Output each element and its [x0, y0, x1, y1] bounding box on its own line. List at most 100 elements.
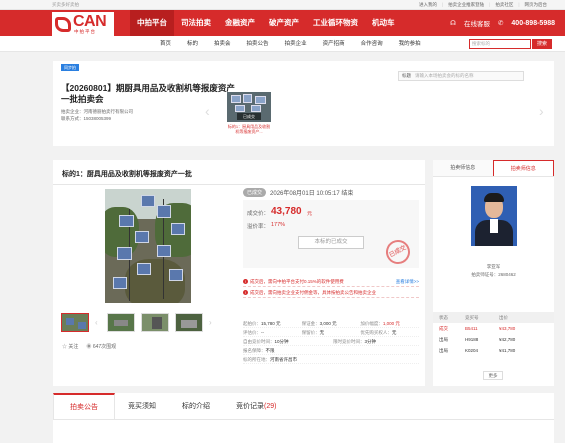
detail-key: 加价幅度： [360, 321, 383, 326]
tab-bid-records[interactable]: 竞价记录(29) [223, 393, 289, 419]
thumbnail-1[interactable] [61, 313, 89, 332]
subnav-consult[interactable]: 合作咨询 [353, 36, 391, 52]
top-slogan: 买卖多好卖拍 [52, 2, 79, 7]
session-lot-caption[interactable]: 标的1：厨具用品及收割机等报废资产... [226, 124, 272, 134]
nav-item-judicial[interactable]: 司法拍卖 [174, 10, 218, 36]
detail-value: 10分钟 [274, 339, 289, 344]
detail-value: 无 [319, 330, 325, 335]
lot-main-image[interactable] [105, 189, 191, 303]
nav-item-platform[interactable]: 中拍平台 [130, 10, 174, 36]
lot-follow-row: ☆ 关注 ◉ 647次围观 [62, 343, 116, 350]
details-row: 报名保障：不限 [243, 346, 419, 355]
phone-icon: ✆ [497, 20, 504, 27]
sidebar-tabs: 拍卖师信息 拍卖师信息 [433, 160, 554, 177]
subnav-home[interactable]: 首页 [152, 36, 179, 52]
detail-key: 起拍价： [243, 321, 261, 326]
subnav-enterprises[interactable]: 拍卖企业 [277, 36, 315, 52]
tab-announcement[interactable]: 拍卖公告 [53, 393, 115, 419]
detail-key: 评估价： [243, 330, 261, 335]
deal-price-label: 成交价： [247, 211, 270, 217]
headset-icon: ☊ [450, 20, 456, 27]
detail-value: 无 [391, 330, 397, 335]
detail-value: 3,000 元 [319, 321, 337, 326]
notice-commission: ! 成交后，需向拍卖企业支付佣金等，具体按拍卖公告和拍卖企业 [243, 287, 419, 298]
logo-mark-icon [55, 17, 71, 32]
warning-icon: ! [243, 290, 248, 295]
nav-item-industrial[interactable]: 工业循环物资 [306, 10, 365, 36]
image-thumbnails: ‹ › [61, 313, 215, 332]
site-search-button[interactable]: 搜索 [532, 39, 552, 49]
notice-more-link[interactable]: 查看详情>> [396, 276, 419, 287]
logo-subtext: 中拍平台 [74, 29, 96, 34]
session-company: 拍卖企业：河南德丽拍卖行有限公司 [61, 109, 133, 114]
top-links: 进入我的 | 拍卖企业推家登陆 | 拍卖社区 | 网页为后台 [419, 2, 547, 8]
thumbnail-4[interactable] [175, 313, 203, 332]
tab-auctioneer-info-2[interactable]: 拍卖师信息 [492, 160, 554, 176]
bid-table-header: 状态 竞买号 出价 [433, 312, 554, 323]
detail-value: 15,780 元 [261, 321, 281, 326]
thumbnail-prev-icon[interactable]: ‹ [95, 313, 101, 332]
detail-key: 优先购买权人： [360, 330, 392, 335]
top-link-enterprise-login[interactable]: 拍卖企业推家登陆 [448, 2, 484, 8]
notice-fee: ! 成交后，需向中拍平台支付0.15%的软件使用费 查看详情>> [243, 276, 419, 287]
tab-content-area [53, 420, 554, 443]
session-card: 同步拍 【20260801】期厨具用品及收割机等报废资产一批拍卖会 拍卖企业：河… [53, 61, 554, 146]
site-logo[interactable]: CAN 中拍平台 [52, 12, 114, 36]
auctioneer-name: 李亚军 [486, 264, 501, 269]
carousel-prev-icon[interactable]: ‹ [205, 103, 210, 119]
follow-button[interactable]: ☆ 关注 [62, 343, 78, 350]
top-link-community[interactable]: 拍卖社区 [495, 2, 513, 8]
subnav-investment[interactable]: 资产招商 [315, 36, 353, 52]
details-row: 自由竞价时间：10分钟 限时竞价时间：3分钟 [243, 337, 419, 346]
details-row: 评估价：-- 保留价：无 优先购买权人：无 [243, 328, 419, 337]
detail-value: -- [261, 330, 264, 335]
subnav-sessions[interactable]: 拍卖会 [206, 36, 239, 52]
top-sep: | [518, 2, 520, 7]
premium-value: 177% [271, 222, 286, 228]
subnav-my-bids[interactable]: 我的参拍 [391, 36, 429, 52]
top-sep: | [441, 2, 444, 7]
session-search-label: 标题 [402, 73, 411, 78]
auctioneer-cert: 拍卖师证号：2680462 [471, 272, 516, 277]
subnav-announcements[interactable]: 拍卖公告 [239, 36, 277, 52]
bid-number: K0204 [465, 348, 479, 353]
top-link-backend[interactable]: 网页为后台 [525, 2, 548, 8]
divider [53, 184, 425, 185]
lot-sold-button[interactable]: 本标的已成交 [298, 236, 364, 249]
bid-col-status: 状态 [439, 315, 448, 320]
bid-row: 出局 K0204 ¥41,780 [433, 345, 554, 356]
session-search-placeholder: 请输入本场拍卖会的标的名称 [415, 73, 474, 78]
carousel-next-icon[interactable]: › [539, 103, 544, 119]
bid-status: 成交 [439, 326, 448, 331]
tab-bidding-notice[interactable]: 竞买须知 [115, 393, 169, 419]
nav-item-vehicle[interactable]: 机动车 [365, 10, 402, 36]
detail-key: 报名保障： [243, 348, 266, 353]
bid-price: ¥42,780 [499, 337, 516, 342]
notice-commission-text: 成交后，需向拍卖企业支付佣金等，具体按拍卖公告和拍卖企业 [250, 290, 376, 295]
views-label: 647次围观 [92, 344, 117, 350]
site-search-input[interactable]: 搜索标的 [469, 39, 531, 49]
nav-item-financial[interactable]: 金融资产 [218, 10, 262, 36]
top-link-my[interactable]: 进入我的 [419, 2, 437, 8]
details-row: 起拍价：15,780 元 保证金：3,000 元 加价幅度：1,000 元 [243, 319, 419, 328]
thumbnail-2[interactable] [107, 313, 135, 332]
bid-more-button[interactable]: 更多 [483, 371, 503, 380]
session-search-box[interactable]: 标题 请输入本场拍卖会的标的名称 [398, 71, 524, 81]
online-service-link[interactable]: 在线客服 [464, 18, 490, 28]
tab-bid-records-label: 竞价记录 [236, 403, 264, 410]
lot-end-time: 2026年08月01日 10:05:17 结束 [270, 191, 354, 197]
tab-auctioneer-info-1[interactable]: 拍卖师信息 [433, 160, 493, 176]
top-sep: | [489, 2, 491, 7]
nav-item-bankruptcy[interactable]: 破产资产 [262, 10, 306, 36]
subnav-lots[interactable]: 标的 [179, 36, 206, 52]
thumbnail-next-icon[interactable]: › [209, 313, 215, 332]
session-lot-thumbnail[interactable]: 已成交 [227, 92, 271, 122]
bid-record-count: (29) [264, 403, 277, 410]
bid-col-number: 竞买号 [465, 315, 479, 320]
main-nav: 中拍平台 司法拍卖 金融资产 破产资产 工业循环物资 机动车 [130, 10, 402, 36]
session-meta: 拍卖企业：河南德丽拍卖行有限公司 联系方式：15038005399 [61, 108, 133, 122]
thumbnail-3[interactable] [141, 313, 169, 332]
detail-tabs: 拍卖公告 竞买须知 标的介绍 竞价记录(29) [53, 393, 554, 420]
tab-lot-intro[interactable]: 标的介绍 [169, 393, 223, 419]
bid-number: B5411 [465, 326, 478, 331]
